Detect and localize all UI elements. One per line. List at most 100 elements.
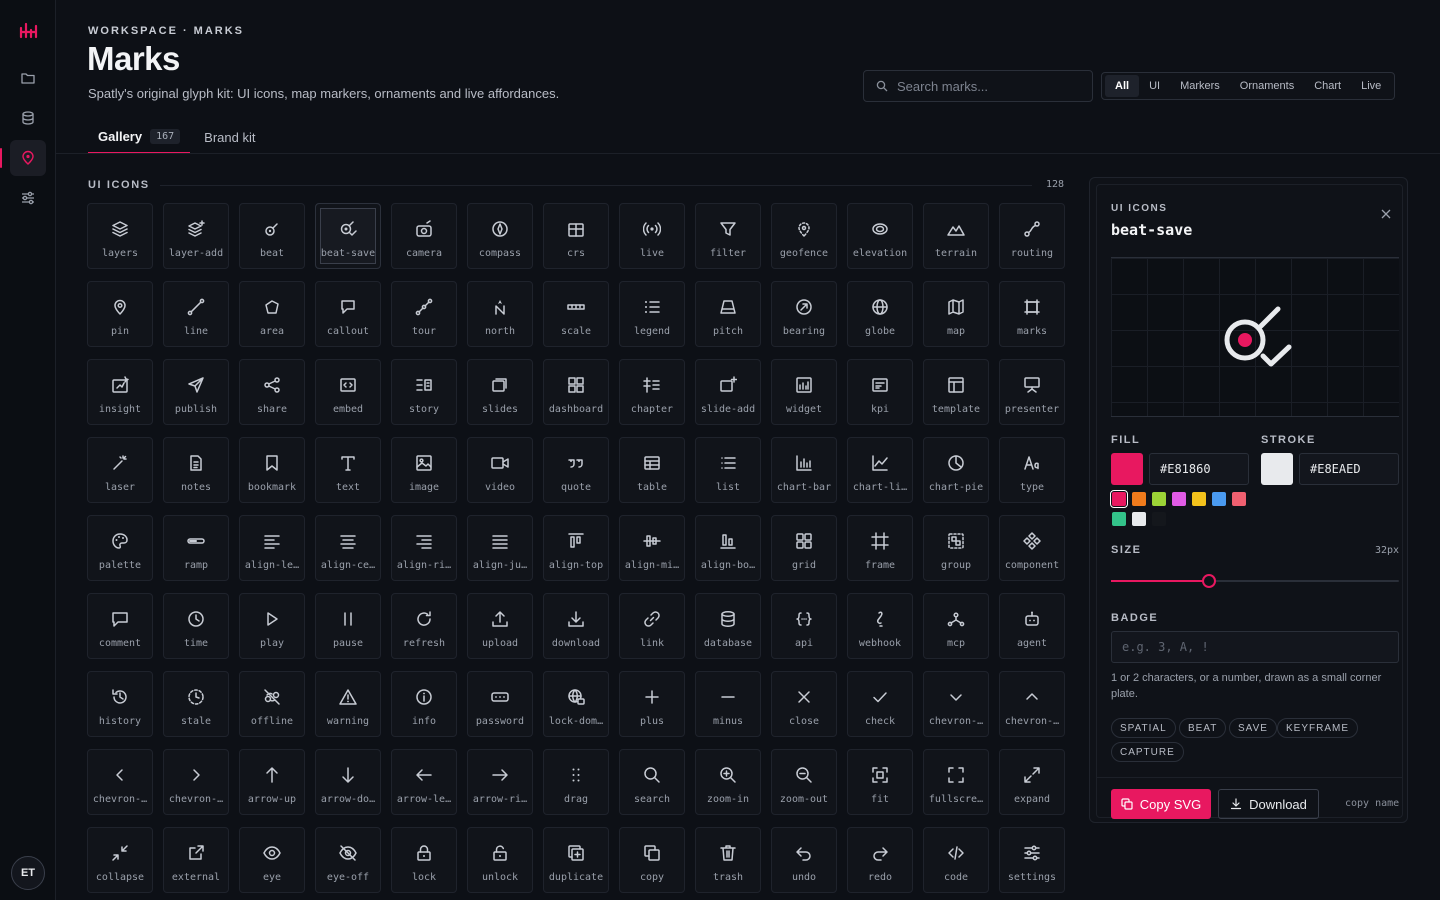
search-box[interactable]	[863, 70, 1093, 102]
icon-tile[interactable]: close	[771, 671, 837, 737]
icon-tile[interactable]: laser	[87, 437, 153, 503]
icon-tile[interactable]: compass	[467, 203, 533, 269]
icon-tile[interactable]: image	[391, 437, 457, 503]
icon-tile[interactable]: drag	[543, 749, 609, 815]
icon-tile[interactable]: arrow-do…	[315, 749, 381, 815]
icon-tile[interactable]: refresh	[391, 593, 457, 659]
tag-beat[interactable]: BEAT	[1179, 718, 1227, 738]
tab-brand-kit[interactable]: Brand kit	[194, 120, 265, 154]
icon-tile[interactable]: north	[467, 281, 533, 347]
filter-ui[interactable]: UI	[1139, 75, 1170, 97]
filter-live[interactable]: Live	[1351, 75, 1391, 97]
icon-tile[interactable]: mcp	[923, 593, 989, 659]
icon-tile[interactable]: chapter	[619, 359, 685, 425]
icon-tile[interactable]: align-bo…	[695, 515, 761, 581]
icon-tile[interactable]: settings	[999, 827, 1065, 893]
icon-tile[interactable]: align-ce…	[315, 515, 381, 581]
palette-swatch[interactable]	[1152, 492, 1166, 506]
stroke-hex-field[interactable]: #E8EAED	[1299, 453, 1399, 485]
copy-svg-button[interactable]: Copy SVG	[1111, 789, 1211, 819]
icon-tile[interactable]: collapse	[87, 827, 153, 893]
icon-tile[interactable]: beat	[239, 203, 305, 269]
icon-tile[interactable]: layer-add	[163, 203, 229, 269]
icon-tile[interactable]: text	[315, 437, 381, 503]
icon-tile[interactable]: grid	[771, 515, 837, 581]
copy-name-link[interactable]: copy name	[1345, 798, 1399, 809]
filter-ornaments[interactable]: Ornaments	[1230, 75, 1304, 97]
size-slider[interactable]	[1111, 574, 1399, 588]
palette-swatch[interactable]	[1232, 492, 1246, 506]
icon-tile[interactable]: area	[239, 281, 305, 347]
icon-tile[interactable]: comment	[87, 593, 153, 659]
icon-tile[interactable]: eye	[239, 827, 305, 893]
icon-tile[interactable]: copy	[619, 827, 685, 893]
icon-tile[interactable]: layers	[87, 203, 153, 269]
filter-markers[interactable]: Markers	[1170, 75, 1230, 97]
icon-tile[interactable]: palette	[87, 515, 153, 581]
icon-tile[interactable]: filter	[695, 203, 761, 269]
icon-tile[interactable]: zoom-in	[695, 749, 761, 815]
icon-tile[interactable]: type	[999, 437, 1065, 503]
icon-tile[interactable]: geofence	[771, 203, 837, 269]
icon-tile[interactable]: arrow-le…	[391, 749, 457, 815]
icon-tile[interactable]: play	[239, 593, 305, 659]
icon-tile[interactable]: minus	[695, 671, 761, 737]
icon-tile[interactable]: redo	[847, 827, 913, 893]
icon-tile[interactable]: presenter	[999, 359, 1065, 425]
icon-tile[interactable]: chevron-…	[87, 749, 153, 815]
tag-keyframe[interactable]: KEYFRAME	[1277, 718, 1359, 738]
icon-tile[interactable]: api	[771, 593, 837, 659]
palette-swatch[interactable]	[1132, 512, 1146, 526]
tag-spatial[interactable]: SPATIAL	[1111, 718, 1176, 738]
icon-tile[interactable]: chart-li…	[847, 437, 913, 503]
icon-tile[interactable]: chevron-…	[163, 749, 229, 815]
icon-tile[interactable]: video	[467, 437, 533, 503]
icon-tile[interactable]: share	[239, 359, 305, 425]
icon-tile[interactable]: table	[619, 437, 685, 503]
icon-tile[interactable]: time	[163, 593, 229, 659]
icon-tile[interactable]: frame	[847, 515, 913, 581]
icon-tile[interactable]: expand	[999, 749, 1065, 815]
icon-tile[interactable]: check	[847, 671, 913, 737]
icon-tile[interactable]: chevron-…	[999, 671, 1065, 737]
stroke-swatch[interactable]	[1261, 453, 1293, 485]
icon-tile[interactable]: chevron-…	[923, 671, 989, 737]
icon-tile[interactable]: ramp	[163, 515, 229, 581]
icon-tile[interactable]: align-ju…	[467, 515, 533, 581]
icon-tile[interactable]: tour	[391, 281, 457, 347]
palette-swatch[interactable]	[1212, 492, 1226, 506]
palette-swatch[interactable]	[1192, 492, 1206, 506]
icon-tile[interactable]: arrow-up	[239, 749, 305, 815]
icon-tile[interactable]: group	[923, 515, 989, 581]
icon-tile[interactable]: map	[923, 281, 989, 347]
icon-tile[interactable]: agent	[999, 593, 1065, 659]
icon-tile[interactable]: duplicate	[543, 827, 609, 893]
icon-tile[interactable]: slide-add	[695, 359, 761, 425]
icon-tile[interactable]: embed	[315, 359, 381, 425]
icon-tile[interactable]: widget	[771, 359, 837, 425]
icon-tile[interactable]: trash	[695, 827, 761, 893]
icon-tile[interactable]: bookmark	[239, 437, 305, 503]
icon-tile[interactable]: align-mi…	[619, 515, 685, 581]
icon-tile[interactable]: lock	[391, 827, 457, 893]
fill-swatch[interactable]	[1111, 453, 1143, 485]
icon-tile[interactable]: upload	[467, 593, 533, 659]
badge-input[interactable]	[1122, 640, 1382, 654]
icon-tile[interactable]: crs	[543, 203, 609, 269]
icon-tile[interactable]: kpi	[847, 359, 913, 425]
icon-tile[interactable]: align-ri…	[391, 515, 457, 581]
icon-tile[interactable]: notes	[163, 437, 229, 503]
icon-tile[interactable]: dashboard	[543, 359, 609, 425]
icon-tile[interactable]: bearing	[771, 281, 837, 347]
icon-tile[interactable]: database	[695, 593, 761, 659]
icon-tile[interactable]: live	[619, 203, 685, 269]
icon-tile[interactable]: lock-dom…	[543, 671, 609, 737]
icon-tile[interactable]: camera	[391, 203, 457, 269]
icon-tile[interactable]: unlock	[467, 827, 533, 893]
icon-tile[interactable]: pause	[315, 593, 381, 659]
icon-tile[interactable]: download	[543, 593, 609, 659]
logo-icon[interactable]	[18, 20, 38, 40]
icon-tile[interactable]: undo	[771, 827, 837, 893]
icon-tile[interactable]: eye-off	[315, 827, 381, 893]
icon-tile[interactable]: pitch	[695, 281, 761, 347]
